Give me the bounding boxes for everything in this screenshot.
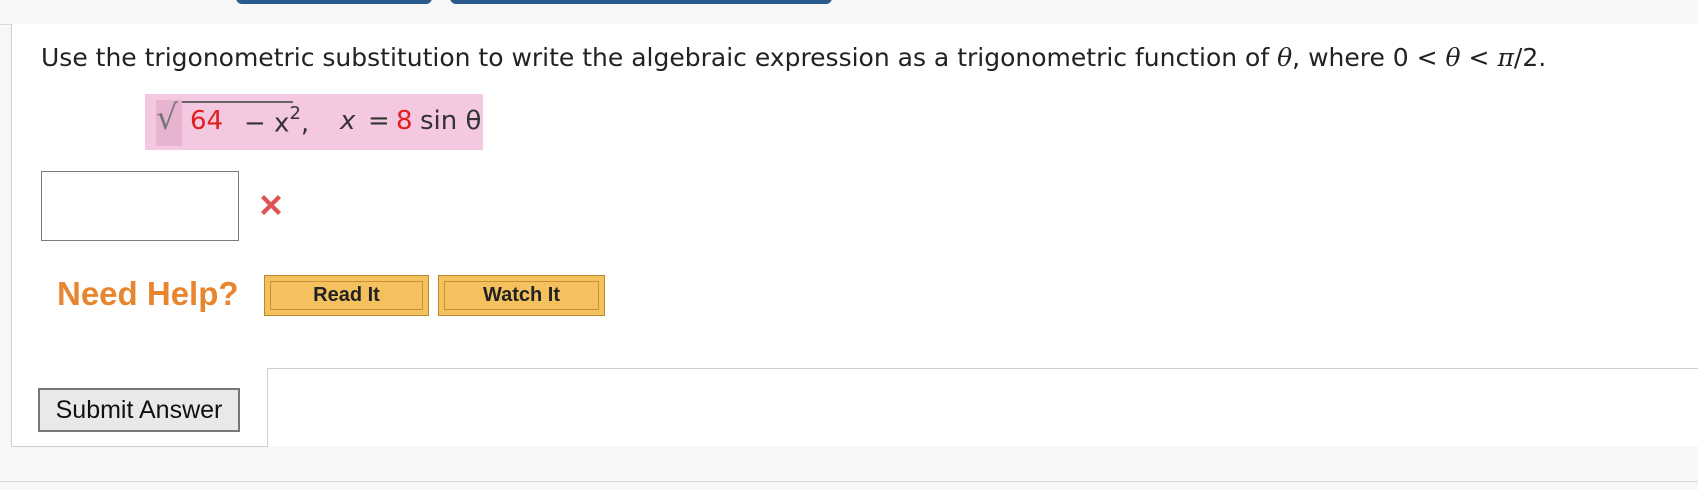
theta-symbol-2: θ bbox=[1445, 43, 1461, 72]
watch-it-label: Watch It bbox=[482, 284, 561, 306]
read-it-button[interactable]: Read It bbox=[264, 275, 429, 316]
substitution-sin: sin θ bbox=[420, 106, 482, 136]
submit-answer-button[interactable]: Submit Answer bbox=[38, 388, 240, 432]
substitution-variable: x bbox=[340, 106, 356, 136]
question-end: /2. bbox=[1513, 43, 1547, 72]
substitution-coefficient: 8 bbox=[396, 106, 413, 136]
footer-divider bbox=[0, 481, 1698, 482]
panel-border-step bbox=[267, 368, 1698, 369]
radicand-number: 64 bbox=[190, 106, 224, 136]
radicand-minus-x: − x bbox=[244, 108, 290, 139]
exponent: 2 bbox=[289, 103, 301, 124]
substitution-equals: = bbox=[368, 106, 390, 136]
radical-bar bbox=[182, 101, 293, 103]
panel-border-left bbox=[11, 24, 12, 446]
question-panel bbox=[11, 24, 1698, 446]
pi-symbol: π bbox=[1497, 43, 1514, 72]
top-strip bbox=[0, 0, 1698, 25]
question-mid-2: < bbox=[1460, 43, 1498, 72]
question-text: Use the trigonometric substitution to wr… bbox=[41, 43, 1546, 72]
read-it-label: Read It bbox=[313, 284, 380, 306]
incorrect-x-icon bbox=[261, 195, 281, 215]
theta-symbol: θ bbox=[1277, 43, 1293, 72]
question-main: Use the trigonometric substitution to wr… bbox=[41, 43, 1278, 72]
question-mid: , where 0 < bbox=[1292, 43, 1446, 72]
top-tab-button[interactable] bbox=[236, 0, 432, 4]
radicand-rest: − x2, bbox=[244, 103, 310, 139]
watch-it-button[interactable]: Watch It bbox=[438, 275, 605, 316]
expression-comma: , bbox=[300, 108, 310, 139]
need-help-label: Need Help? bbox=[57, 275, 239, 312]
panel-border-bottom bbox=[11, 446, 267, 447]
answer-input[interactable] bbox=[41, 171, 239, 241]
top-tab-button-wide[interactable] bbox=[450, 0, 832, 4]
panel-border-corner bbox=[267, 368, 268, 447]
radical-sign: √ bbox=[156, 98, 178, 138]
